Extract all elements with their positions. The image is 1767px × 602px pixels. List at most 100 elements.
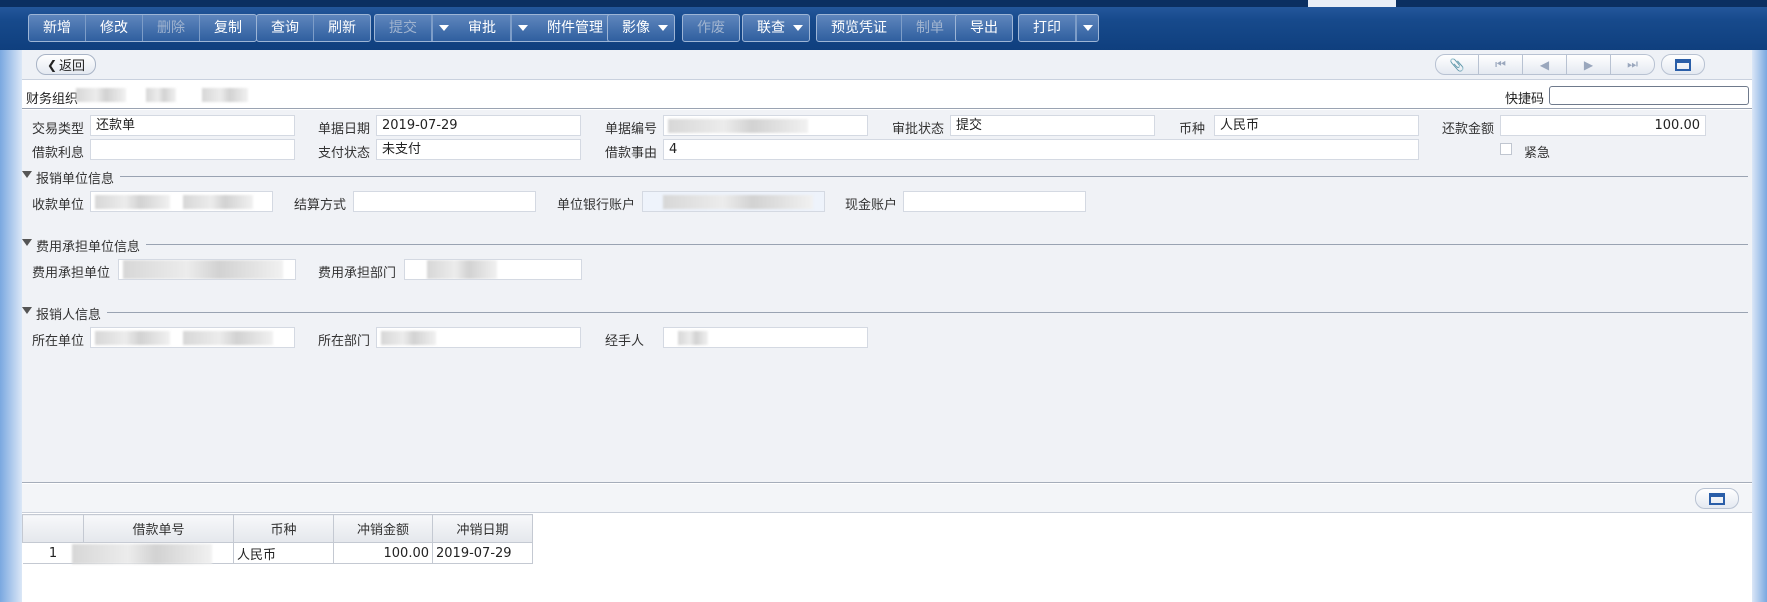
date-cell[interactable]: 2019-07-29 xyxy=(432,542,533,564)
last-page-icon[interactable]: ⏭ xyxy=(1611,54,1655,75)
redacted-payee-unit xyxy=(183,195,253,209)
delete-button[interactable]: 删除 xyxy=(143,15,200,41)
window-icon[interactable] xyxy=(1661,54,1705,75)
reimburser-section-header[interactable]: 报销人信息 xyxy=(22,304,1748,323)
handler-label: 经手人 xyxy=(605,334,645,349)
query-button-group: 查询 刷新 xyxy=(256,14,371,42)
approve-button[interactable]: 审批 xyxy=(454,15,511,41)
back-button-label: 返回 xyxy=(59,59,86,74)
chevron-down-icon xyxy=(438,25,449,31)
trade-type-field[interactable]: 还款单 xyxy=(90,115,295,136)
expense-unit-field[interactable] xyxy=(118,259,296,280)
reimburse-unit-section-title: 报销单位信息 xyxy=(36,168,121,187)
record-navigation: 📎 ⏮ ◀ ▶ ⏭ xyxy=(1435,54,1705,76)
payee-unit-field[interactable] xyxy=(90,191,273,212)
expense-unit-section-header[interactable]: 费用承担单位信息 xyxy=(22,236,1748,255)
bill-date-label: 单据日期 xyxy=(318,122,371,137)
right-window-edge xyxy=(1752,50,1767,602)
print-dropdown[interactable] xyxy=(1076,15,1098,41)
redacted-bill-no xyxy=(668,119,808,133)
unit-bank-account-label: 单位银行账户 xyxy=(557,198,636,213)
prev-page-icon[interactable]: ◀ xyxy=(1523,54,1567,75)
bill-no-field[interactable] xyxy=(663,115,868,136)
redacted-handler xyxy=(678,331,708,345)
expense-unit-label: 费用承担单位 xyxy=(32,266,111,281)
reimburse-unit-section-header[interactable]: 报销单位信息 xyxy=(22,168,1748,187)
print-button[interactable]: 打印 xyxy=(1019,15,1076,41)
collapse-triangle-icon xyxy=(22,307,32,314)
trade-type-label: 交易类型 xyxy=(32,122,85,137)
export-button[interactable]: 导出 xyxy=(956,15,1012,41)
repay-amount-field[interactable]: 100.00 xyxy=(1500,115,1706,136)
finance-org-label: 财务组织 xyxy=(26,92,79,107)
currency-cell[interactable]: 人民币 xyxy=(233,542,334,564)
redacted-expense-dept xyxy=(427,260,497,279)
attachment-button[interactable]: 附件管理 xyxy=(533,15,617,41)
section-divider xyxy=(36,244,1748,245)
expense-unit-section-title: 费用承担单位信息 xyxy=(36,236,147,255)
handler-field[interactable] xyxy=(663,327,868,348)
reimburser-section-title: 报销人信息 xyxy=(36,304,108,323)
image-button[interactable]: 影像 xyxy=(608,15,674,41)
urgent-label: 紧急 xyxy=(1524,146,1551,161)
redacted-reimburser-unit xyxy=(183,331,273,345)
query-button[interactable]: 查询 xyxy=(257,15,314,41)
loan-no-cell[interactable] xyxy=(71,542,234,564)
currency-field[interactable]: 人民币 xyxy=(1214,115,1419,136)
amount-cell[interactable]: 100.00 xyxy=(333,542,433,564)
column-header[interactable]: 冲销金额 xyxy=(333,514,433,543)
image-button-group: 影像 xyxy=(607,14,675,42)
preview-voucher-button[interactable]: 预览凭证 xyxy=(817,15,902,41)
image-button-label: 影像 xyxy=(622,20,650,36)
loan-reason-label: 借款事由 xyxy=(605,146,658,161)
detail-grid-toolbar xyxy=(22,484,1752,513)
column-header[interactable]: 冲销日期 xyxy=(432,514,533,543)
expense-dept-field[interactable] xyxy=(404,259,582,280)
shortcut-code-label: 快捷码 xyxy=(1505,92,1545,107)
first-page-icon[interactable]: ⏮ xyxy=(1479,54,1523,75)
redacted-bank-account xyxy=(663,195,813,209)
redacted-reimburser-unit xyxy=(95,331,170,345)
modify-button[interactable]: 修改 xyxy=(86,15,143,41)
bill-date-field[interactable]: 2019-07-29 xyxy=(376,115,581,136)
unit-bank-account-field[interactable] xyxy=(642,191,825,212)
grid-window-icon[interactable] xyxy=(1695,488,1739,509)
paperclip-icon[interactable]: 📎 xyxy=(1435,54,1479,75)
shortcut-code-input[interactable] xyxy=(1549,86,1749,105)
settle-method-field[interactable] xyxy=(353,191,536,212)
copy-button[interactable]: 复制 xyxy=(200,15,256,41)
navigation-bar: ❮ 返回 📎 ⏮ ◀ ▶ ⏭ xyxy=(22,50,1752,80)
submit-dropdown[interactable] xyxy=(432,15,454,41)
table-row[interactable]: 1 人民币 100.00 2019-07-29 xyxy=(22,542,533,564)
link-query-button[interactable]: 联查 xyxy=(743,15,809,41)
workflow-button-group: 提交 审批 附件管理 xyxy=(374,14,618,42)
approve-status-field[interactable]: 提交 xyxy=(950,115,1155,136)
chevron-left-icon: ❮ xyxy=(46,57,58,72)
repay-amount-label: 还款金额 xyxy=(1442,122,1495,137)
reimburser-unit-field[interactable] xyxy=(90,327,295,348)
void-button[interactable]: 作废 xyxy=(683,15,739,41)
chevron-down-icon xyxy=(517,25,528,31)
back-button[interactable]: ❮ 返回 xyxy=(36,54,96,75)
window-tab-strip xyxy=(0,0,1767,7)
make-voucher-button[interactable]: 制单 xyxy=(902,15,958,41)
approve-dropdown[interactable] xyxy=(511,15,533,41)
pay-status-label: 支付状态 xyxy=(318,146,371,161)
chevron-down-icon xyxy=(1082,25,1093,31)
reimburser-dept-label: 所在部门 xyxy=(318,334,371,349)
active-window-tab[interactable] xyxy=(1308,0,1396,7)
reimburser-dept-field[interactable] xyxy=(376,327,581,348)
link-query-button-group: 联查 xyxy=(742,14,810,42)
urgent-checkbox[interactable] xyxy=(1500,143,1512,155)
maximize-glyph xyxy=(1675,58,1691,71)
submit-button[interactable]: 提交 xyxy=(375,15,432,41)
refresh-button[interactable]: 刷新 xyxy=(314,15,370,41)
column-header[interactable]: 币种 xyxy=(233,514,334,543)
pay-status-field[interactable]: 未支付 xyxy=(376,139,581,160)
loan-interest-field[interactable] xyxy=(90,139,295,160)
cash-account-field[interactable] xyxy=(903,191,1086,212)
column-header[interactable]: 借款单号 xyxy=(83,514,234,543)
loan-reason-field[interactable]: 4 xyxy=(663,139,1419,160)
next-page-icon[interactable]: ▶ xyxy=(1567,54,1611,75)
add-button[interactable]: 新增 xyxy=(29,15,86,41)
